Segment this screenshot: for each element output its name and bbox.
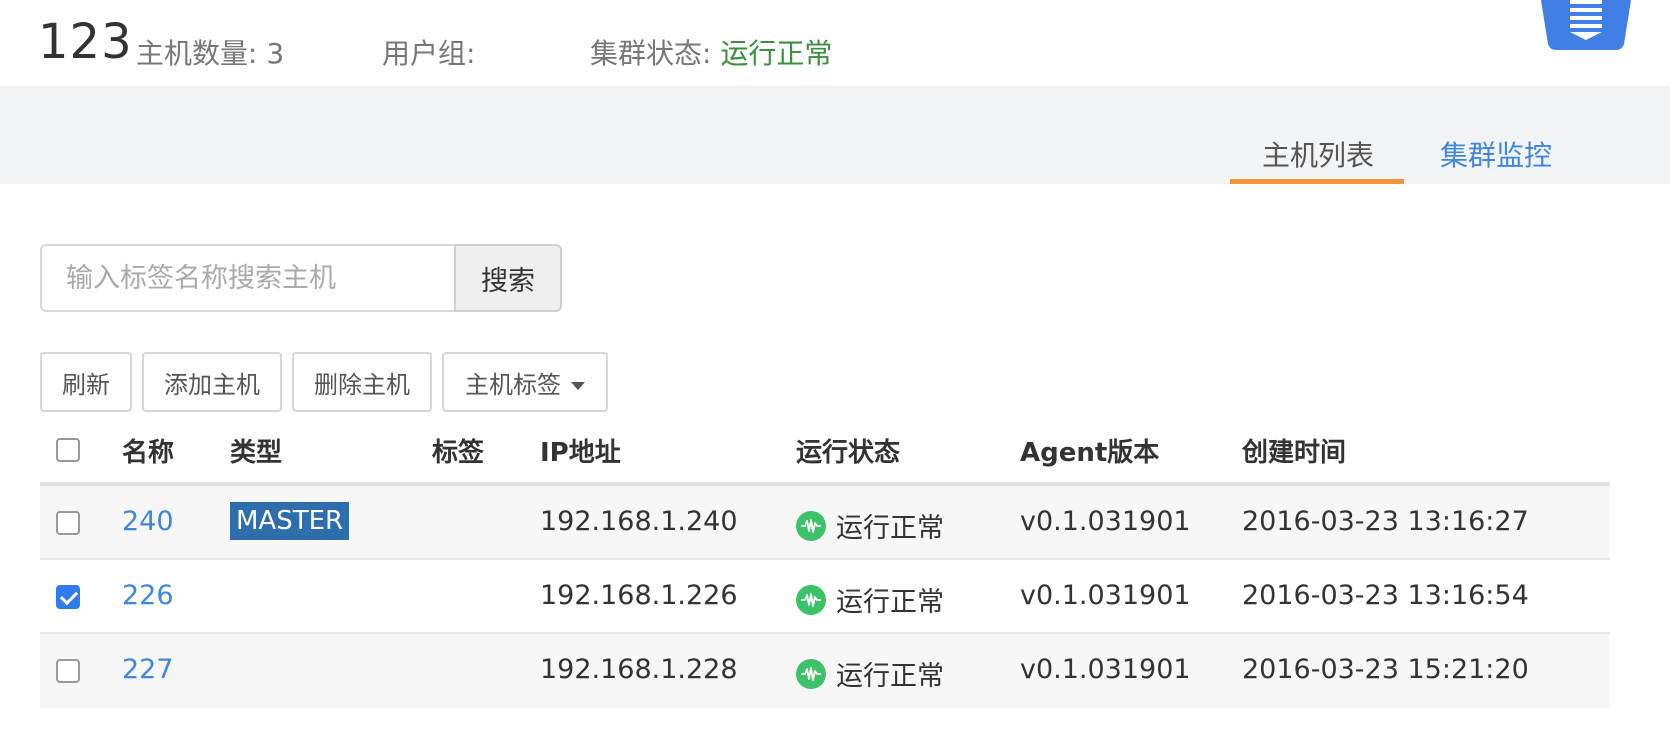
document-list-icon[interactable] bbox=[1536, 0, 1636, 54]
host-name-link[interactable]: 227 bbox=[122, 654, 174, 685]
pulse-icon bbox=[796, 510, 826, 541]
column-header-status[interactable]: 运行状态 bbox=[796, 432, 900, 469]
cluster-header: 123 主机数量: 3 用户组: 集群状态: 运行正常 bbox=[0, 0, 1670, 86]
add-host-button[interactable]: 添加主机 bbox=[142, 352, 282, 412]
column-header-tags[interactable]: 标签 bbox=[432, 432, 484, 469]
column-header-ip[interactable]: IP地址 bbox=[540, 432, 621, 469]
host-status-text: 运行正常 bbox=[836, 661, 944, 692]
master-badge: MASTER bbox=[230, 502, 350, 540]
search-input[interactable] bbox=[40, 244, 454, 312]
search-button[interactable]: 搜索 bbox=[454, 244, 562, 312]
row-checkbox[interactable] bbox=[56, 585, 80, 609]
host-status-text: 运行正常 bbox=[836, 513, 944, 544]
column-header-created[interactable]: 创建时间 bbox=[1242, 432, 1346, 469]
column-header-agent[interactable]: Agent版本 bbox=[1020, 432, 1159, 469]
agent-version: v0.1.031901 bbox=[1020, 580, 1191, 611]
cluster-status-value: 运行正常 bbox=[720, 37, 833, 70]
refresh-button[interactable]: 刷新 bbox=[40, 352, 132, 412]
host-status-text: 运行正常 bbox=[836, 587, 944, 618]
caret-down-icon bbox=[571, 381, 585, 390]
agent-version: v0.1.031901 bbox=[1020, 654, 1191, 685]
host-name-link[interactable]: 240 bbox=[122, 506, 174, 537]
host-ip: 192.168.1.226 bbox=[540, 580, 738, 611]
created-time: 2016-03-23 15:21:20 bbox=[1242, 654, 1529, 685]
pulse-icon bbox=[796, 658, 826, 689]
select-all-checkbox[interactable] bbox=[56, 438, 80, 462]
table-row: 226 192.168.1.226 运行正常 v0.1.031901 2016-… bbox=[40, 560, 1610, 634]
column-header-name[interactable]: 名称 bbox=[122, 432, 174, 469]
host-status: 运行正常 bbox=[796, 654, 944, 693]
host-status: 运行正常 bbox=[796, 580, 944, 619]
table-header: 名称 类型 标签 IP地址 运行状态 Agent版本 创建时间 bbox=[40, 420, 1610, 486]
created-time: 2016-03-23 13:16:54 bbox=[1242, 580, 1529, 611]
user-group-label: 用户组: bbox=[382, 37, 476, 70]
pulse-icon bbox=[796, 584, 826, 615]
tab-host-list[interactable]: 主机列表 bbox=[1262, 134, 1374, 174]
created-time: 2016-03-23 13:16:27 bbox=[1242, 506, 1529, 537]
host-tags-dropdown[interactable]: 主机标签 bbox=[442, 352, 608, 412]
active-tab-indicator bbox=[1230, 179, 1404, 184]
host-ip: 192.168.1.228 bbox=[540, 654, 738, 685]
host-count: 主机数量: 3 bbox=[136, 37, 285, 70]
host-table: 名称 类型 标签 IP地址 运行状态 Agent版本 创建时间 240 MAST… bbox=[40, 420, 1610, 708]
host-status: 运行正常 bbox=[796, 506, 944, 545]
tab-cluster-monitor[interactable]: 集群监控 bbox=[1440, 134, 1552, 174]
table-row: 227 192.168.1.228 运行正常 v0.1.031901 2016-… bbox=[40, 634, 1610, 708]
row-checkbox[interactable] bbox=[56, 511, 80, 535]
cluster-status-label: 集群状态: bbox=[590, 37, 712, 70]
cluster-status: 集群状态: 运行正常 bbox=[590, 32, 832, 72]
cluster-name: 123 bbox=[38, 14, 133, 70]
tab-bar: 主机列表 集群监控 bbox=[0, 86, 1670, 184]
host-ip: 192.168.1.240 bbox=[540, 506, 738, 537]
agent-version: v0.1.031901 bbox=[1020, 506, 1191, 537]
column-header-type[interactable]: 类型 bbox=[230, 432, 282, 469]
table-row: 240 MASTER 192.168.1.240 运行正常 v0.1.03190… bbox=[40, 486, 1610, 560]
delete-host-button[interactable]: 删除主机 bbox=[292, 352, 432, 412]
host-name-link[interactable]: 226 bbox=[122, 580, 174, 611]
search-group: 搜索 bbox=[40, 244, 562, 312]
row-checkbox[interactable] bbox=[56, 659, 80, 683]
host-tags-label: 主机标签 bbox=[465, 370, 561, 399]
